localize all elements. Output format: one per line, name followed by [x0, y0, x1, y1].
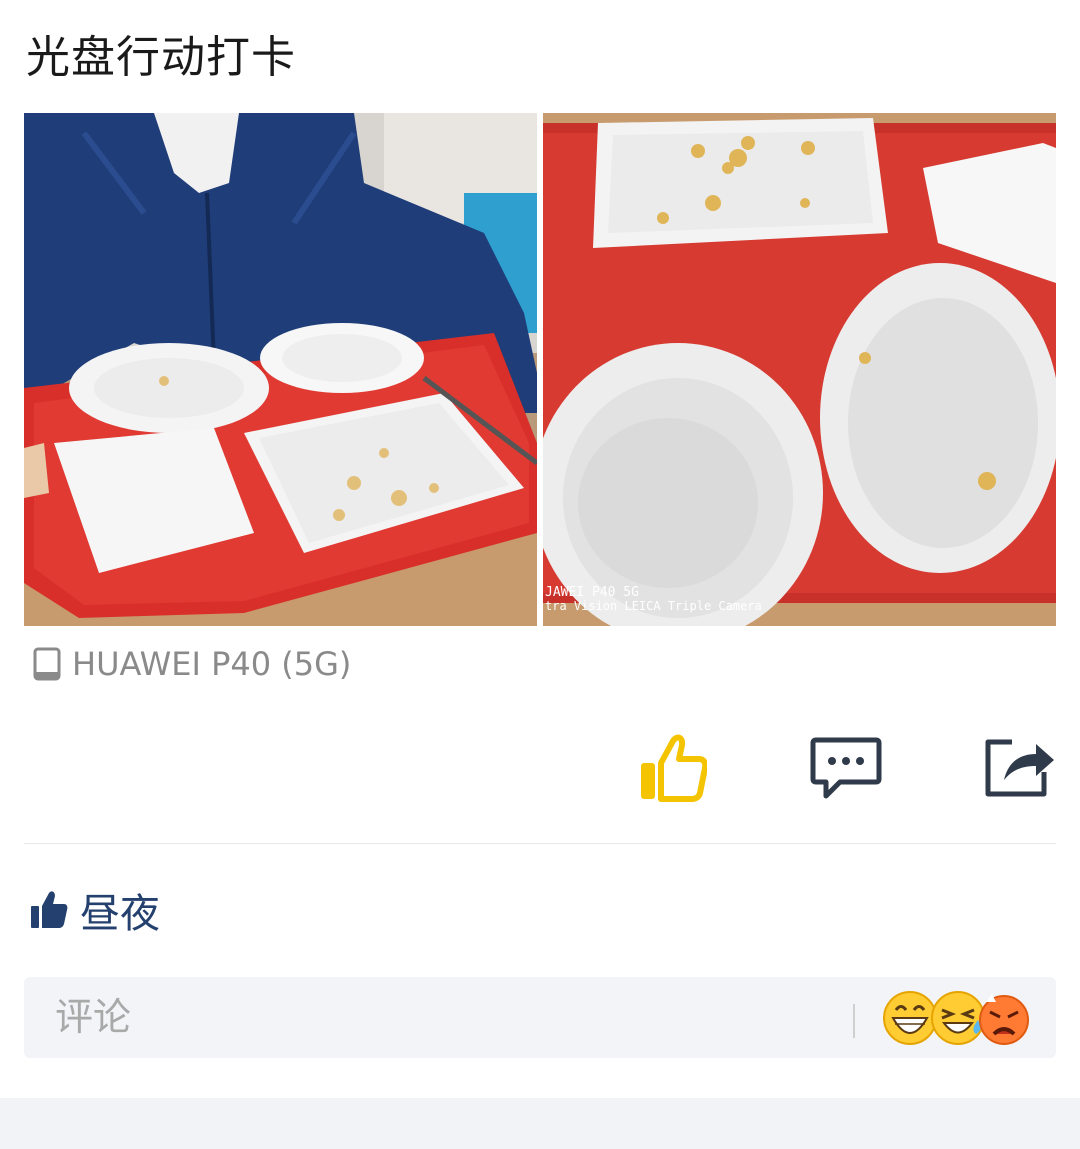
thumbs-up-icon	[641, 734, 707, 802]
comment-separator	[853, 1004, 855, 1038]
liker-name[interactable]: 昼夜	[80, 881, 160, 939]
device-tag: HUAWEI P40 (5G)	[32, 640, 351, 688]
post-text: 光盘行动打卡	[26, 32, 296, 83]
thumbs-up-filled-icon	[31, 891, 68, 928]
like-button[interactable]	[632, 730, 712, 806]
photo-watermark-line-1: JAWEI P40 5G	[545, 585, 639, 600]
quick-emoji-row	[880, 990, 1030, 1046]
post-photo-1[interactable]	[24, 113, 537, 626]
photo-trays-person	[24, 113, 537, 626]
divider	[24, 843, 1056, 844]
photo-empty-plates: JAWEI P40 5G tra Vision LEICA Triple Cam…	[543, 113, 1056, 626]
angry-emoji[interactable]	[976, 990, 1032, 1046]
share-button[interactable]	[978, 730, 1058, 806]
likes-row: 昼夜	[30, 882, 160, 938]
feed-separator	[0, 1098, 1080, 1149]
moment-post: 光盘行动打卡 JAWEI P40 5G tra Vision LEICA Tri…	[0, 0, 1080, 1098]
photo-watermark-line-2: tra Vision LEICA Triple Camera	[545, 599, 762, 613]
device-name: HUAWEI P40 (5G)	[72, 645, 352, 683]
post-photo-2[interactable]: JAWEI P40 5G tra Vision LEICA Triple Cam…	[543, 113, 1056, 626]
comment-placeholder: 评论	[55, 995, 132, 1039]
comment-button[interactable]	[806, 730, 886, 806]
comment-input[interactable]: 评论	[24, 977, 1056, 1058]
share-icon	[985, 739, 1054, 797]
phone-icon	[33, 647, 61, 681]
comment-icon	[810, 737, 882, 799]
